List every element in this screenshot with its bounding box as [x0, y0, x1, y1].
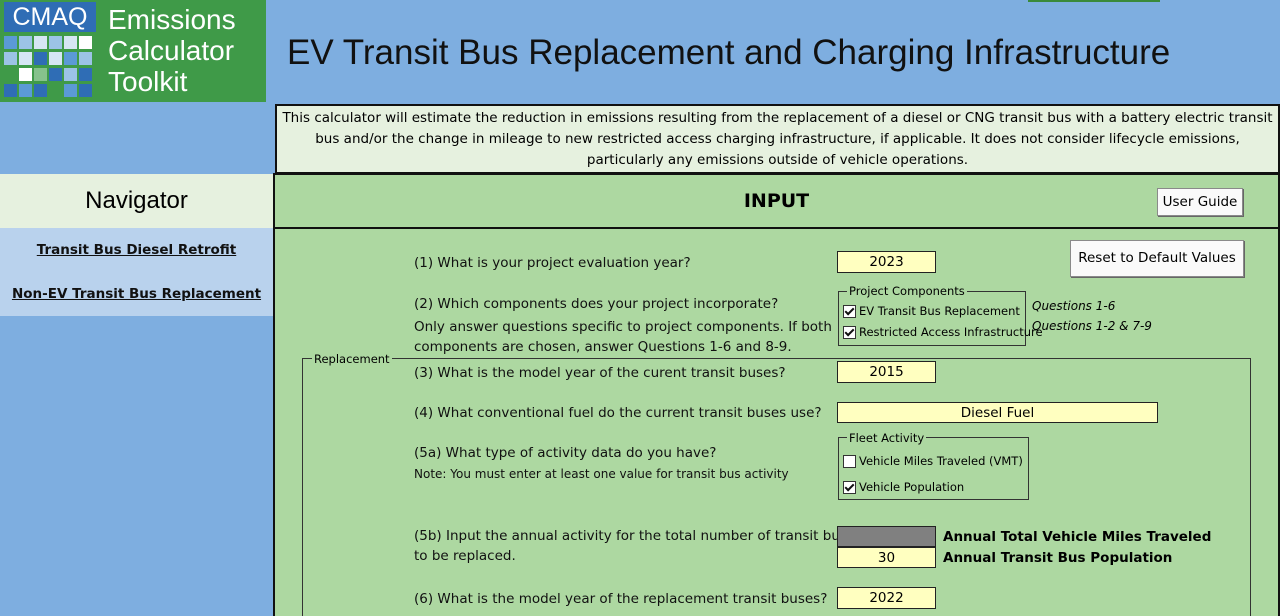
logo-tile — [4, 36, 17, 49]
vmt-input-disabled — [837, 526, 936, 547]
replacement-group-label: Replacement — [312, 352, 392, 366]
checkbox-label: EV Transit Bus Replacement — [859, 304, 1020, 318]
checkbox-checked-icon[interactable] — [843, 480, 856, 494]
title-accent-line — [1028, 0, 1160, 2]
logo-tile — [4, 52, 17, 65]
navigator-title: Navigator — [0, 174, 273, 228]
q5a-note: Note: You must enter at least one value … — [414, 467, 789, 481]
logo-tile — [49, 36, 62, 49]
checkbox-label: Vehicle Miles Traveled (VMT) — [859, 454, 1023, 468]
logo-wordmark: Emissions Calculator Toolkit — [108, 4, 236, 97]
logo-tile — [79, 68, 92, 81]
logo-tile — [49, 84, 62, 97]
nav-link-non-ev-transit-bus-replacement[interactable]: Non-EV Transit Bus Replacement — [0, 286, 273, 302]
logo-tile — [34, 52, 47, 65]
checkbox-label: Vehicle Population — [859, 480, 965, 494]
project-components-label: Project Components — [847, 284, 967, 298]
checkbox-ev-transit-bus-replacement[interactable]: EV Transit Bus Replacement — [843, 304, 1020, 318]
logo-tile — [19, 52, 32, 65]
logo-tile — [79, 52, 92, 65]
bus-population-input[interactable]: 30 — [837, 547, 936, 568]
component-hint-1: Questions 1-6 — [1032, 299, 1116, 313]
reset-defaults-button[interactable]: Reset to Default Values — [1070, 240, 1244, 277]
q6-replacement-model-year-input[interactable]: 2022 — [837, 587, 936, 609]
user-guide-button[interactable]: User Guide — [1157, 188, 1243, 216]
checkbox-restricted-access-infrastructure[interactable]: Restricted Access Infrastructure — [843, 325, 1043, 339]
logo-tile — [34, 36, 47, 49]
logo-tile — [19, 36, 32, 49]
logo-line-3: Toolkit — [108, 66, 188, 97]
logo-line-1: Emissions — [108, 4, 236, 35]
logo-tile — [34, 68, 47, 81]
logo-tile-grid — [4, 36, 96, 100]
q1-evaluation-year-input[interactable]: 2023 — [837, 251, 936, 273]
q3-current-model-year-input[interactable]: 2015 — [837, 361, 936, 383]
bus-population-label: Annual Transit Bus Population — [943, 550, 1173, 566]
checkbox-unchecked-icon[interactable] — [843, 454, 856, 468]
logo-tile — [49, 52, 62, 65]
logo-tile — [49, 68, 62, 81]
logo-tile — [64, 68, 77, 81]
calculator-description: This calculator will estimate the reduct… — [275, 104, 1280, 174]
q4-label: (4) What conventional fuel do the curren… — [414, 405, 822, 421]
checkbox-vehicle-population[interactable]: Vehicle Population — [843, 480, 964, 494]
logo-tile — [79, 36, 92, 49]
page-title: EV Transit Bus Replacement and Charging … — [287, 33, 1171, 72]
q3-label: (3) What is the model year of the curent… — [414, 365, 786, 381]
q6-label: (6) What is the model year of the replac… — [414, 591, 828, 607]
q1-label: (1) What is your project evaluation year… — [414, 255, 691, 271]
logo-tile — [79, 84, 92, 97]
vmt-label: Annual Total Vehicle Miles Traveled — [943, 529, 1212, 545]
q5a-label: (5a) What type of activity data do you h… — [414, 445, 717, 461]
q2-note-line-1: Only answer questions specific to projec… — [414, 319, 832, 335]
logo-tile — [19, 84, 32, 97]
q5b-label-line-1: (5b) Input the annual activity for the t… — [414, 528, 863, 544]
logo-tile — [64, 36, 77, 49]
replacement-group — [302, 358, 1251, 616]
logo-tile — [19, 68, 32, 81]
nav-link-transit-bus-diesel-retrofit[interactable]: Transit Bus Diesel Retrofit — [0, 242, 273, 258]
logo-line-2: Calculator — [108, 35, 235, 66]
logo-tile — [4, 68, 17, 81]
checkbox-vehicle-miles-traveled[interactable]: Vehicle Miles Traveled (VMT) — [843, 454, 1023, 468]
logo-tile — [4, 84, 17, 97]
checkbox-label: Restricted Access Infrastructure — [859, 325, 1043, 339]
logo-tile — [64, 52, 77, 65]
logo-tile — [34, 84, 47, 97]
logo-tile — [64, 84, 77, 97]
q5b-label-line-2: to be replaced. — [414, 548, 516, 564]
q2-note-line-2: components are chosen, answer Questions … — [414, 339, 792, 355]
checkbox-checked-icon[interactable] — [843, 304, 856, 318]
logo-badge: CMAQ — [4, 2, 96, 32]
component-hint-2: Questions 1-2 & 7-9 — [1032, 319, 1152, 333]
input-title: INPUT — [743, 190, 810, 212]
checkbox-checked-icon[interactable] — [843, 325, 856, 339]
q2-label: (2) Which components does your project i… — [414, 296, 779, 312]
q4-fuel-type-select[interactable]: Diesel Fuel — [837, 402, 1158, 423]
fleet-activity-label: Fleet Activity — [847, 431, 927, 445]
